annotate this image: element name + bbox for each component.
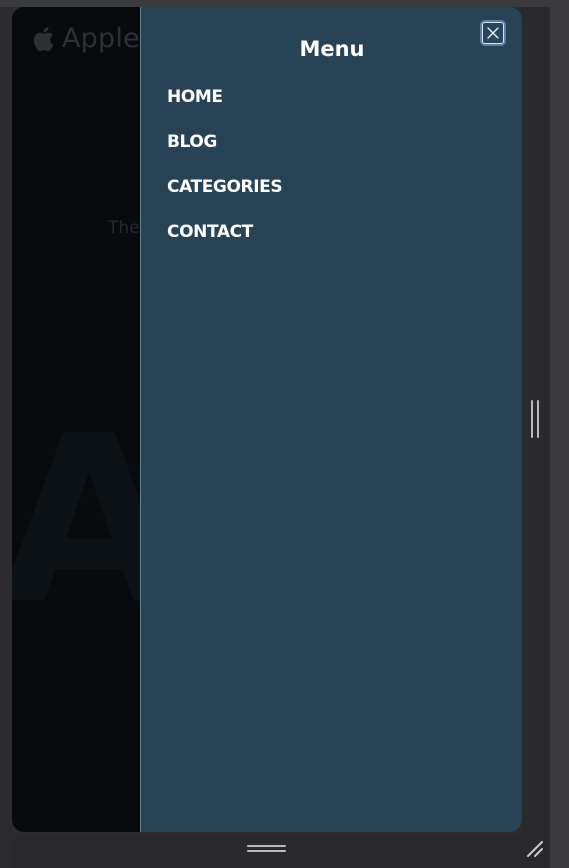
menu-item-categories[interactable]: CATEGORIES — [167, 175, 283, 220]
mobile-viewport: Apple Ap Wir The Ai Menu HOME BLOG CATEG… — [12, 7, 522, 832]
close-icon — [487, 27, 499, 39]
brand-name: Apple — [62, 23, 140, 54]
menu-item-blog[interactable]: BLOG — [167, 130, 282, 175]
menu-item-contact[interactable]: CONTACT — [167, 220, 282, 265]
close-menu-button[interactable] — [482, 22, 504, 44]
menu-item-home[interactable]: HOME — [167, 85, 282, 130]
menu-panel: Menu HOME BLOG CATEGORIES CONTACT — [140, 7, 522, 832]
side-resize-handle[interactable] — [531, 400, 540, 438]
apple-logo-icon — [33, 26, 54, 51]
menu-list: HOME BLOG CATEGORIES CONTACT — [167, 85, 283, 265]
site-header: Apple — [32, 23, 140, 54]
hero-subtitle: The — [108, 218, 140, 238]
window-right-edge — [550, 0, 569, 868]
corner-resize-icon[interactable] — [524, 838, 546, 860]
menu-title: Menu — [299, 37, 365, 61]
window-top-edge — [0, 0, 569, 7]
bottom-resize-handle[interactable] — [247, 845, 287, 853]
